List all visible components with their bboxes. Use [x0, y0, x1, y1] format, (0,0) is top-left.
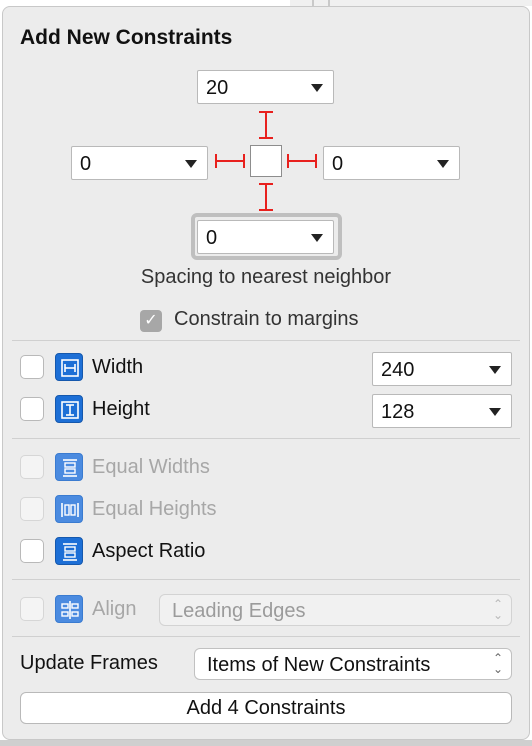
divider	[12, 438, 520, 439]
divider	[12, 579, 520, 580]
chevron-down-icon[interactable]	[185, 160, 197, 168]
up-down-chevron-icon: ⌃ ⌄	[492, 597, 503, 622]
top-spacing-combo[interactable]: 20	[197, 70, 334, 104]
bottom-strut-icon[interactable]	[256, 182, 276, 212]
equal-widths-checkbox[interactable]	[20, 455, 44, 479]
align-popup[interactable]: Leading Edges ⌃ ⌄	[159, 594, 512, 626]
aspect-ratio-checkbox[interactable]	[20, 539, 44, 563]
aspect-ratio-label: Aspect Ratio	[92, 540, 206, 562]
spacing-caption: Spacing to nearest neighbor	[140, 266, 392, 288]
divider	[12, 340, 520, 341]
chevron-down-icon[interactable]	[437, 160, 449, 168]
chevron-down-icon[interactable]	[489, 366, 501, 374]
leading-spacing-combo[interactable]: 0	[71, 146, 208, 180]
aspect-ratio-icon	[55, 537, 83, 565]
align-icon	[55, 595, 83, 623]
trailing-spacing-value: 0	[332, 153, 344, 175]
top-strut-icon[interactable]	[256, 110, 276, 140]
constrain-margins-label: Constrain to margins	[174, 308, 359, 330]
equal-heights-checkbox[interactable]	[20, 497, 44, 521]
chevron-down-icon[interactable]	[489, 408, 501, 416]
width-constraint-icon	[55, 353, 83, 381]
checkmark-icon: ✓	[144, 312, 158, 329]
align-label: Align	[92, 598, 137, 620]
trailing-strut-icon[interactable]	[286, 151, 318, 171]
chevron-down-icon[interactable]	[311, 84, 323, 92]
align-checkbox[interactable]	[20, 597, 44, 621]
height-checkbox[interactable]	[20, 397, 44, 421]
height-value-combo[interactable]: 128	[372, 394, 512, 428]
bottom-spacing-combo[interactable]: 0	[197, 220, 334, 254]
height-constraint-icon	[55, 395, 83, 423]
equal-widths-label: Equal Widths	[92, 456, 210, 478]
width-value-combo[interactable]: 240	[372, 352, 512, 386]
leading-spacing-value: 0	[80, 153, 92, 175]
equal-heights-label: Equal Heights	[92, 498, 217, 520]
constrain-margins-checkbox[interactable]: ✓	[140, 310, 162, 332]
popover-title: Add New Constraints	[20, 26, 233, 49]
update-frames-label: Update Frames	[20, 652, 158, 674]
update-frames-value: Items of New Constraints	[207, 654, 431, 676]
trailing-spacing-combo[interactable]: 0	[323, 146, 460, 180]
width-label: Width	[92, 356, 144, 378]
equal-heights-icon	[55, 495, 83, 523]
up-down-chevron-icon: ⌃ ⌄	[492, 651, 503, 676]
update-frames-popup[interactable]: Items of New Constraints ⌃ ⌄	[194, 648, 512, 680]
add-constraints-button[interactable]: Add 4 Constraints	[20, 692, 512, 724]
align-value: Leading Edges	[172, 600, 306, 622]
background-strip	[0, 740, 532, 746]
width-value: 240	[381, 359, 415, 381]
height-label: Height	[92, 398, 150, 420]
width-checkbox[interactable]	[20, 355, 44, 379]
height-value: 128	[381, 401, 415, 423]
top-spacing-value: 20	[206, 77, 229, 99]
leading-strut-icon[interactable]	[214, 151, 246, 171]
equal-widths-icon	[55, 453, 83, 481]
bottom-spacing-value: 0	[206, 227, 218, 249]
chevron-down-icon[interactable]	[311, 234, 323, 242]
divider	[12, 636, 520, 637]
view-placeholder-square	[250, 145, 282, 177]
